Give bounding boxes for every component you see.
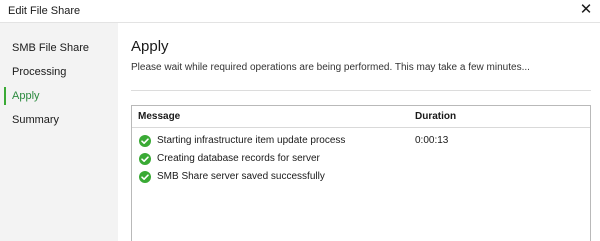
row-duration: 0:00:13	[415, 135, 449, 146]
divider	[131, 90, 591, 91]
row-message: Starting infrastructure item update proc…	[157, 135, 346, 146]
sidebar-item-label: Processing	[12, 66, 67, 78]
main-content: Apply Please wait while required operati…	[118, 23, 600, 241]
success-check-icon	[139, 153, 151, 165]
sidebar-item-processing[interactable]: Processing	[0, 62, 118, 82]
page-title: Apply	[131, 38, 169, 55]
table-header: Message Duration	[132, 106, 590, 128]
title-bar: Edit File Share ✕	[0, 0, 600, 23]
row-message: SMB Share server saved successfully	[157, 171, 325, 182]
table-row[interactable]: Starting infrastructure item update proc…	[132, 133, 590, 151]
column-header-duration[interactable]: Duration	[415, 111, 456, 122]
row-message: Creating database records for server	[157, 153, 320, 164]
operations-table[interactable]: Message Duration Starting infrastructure…	[131, 105, 591, 241]
wizard-sidebar: SMB File Share Processing Apply Summary	[0, 23, 118, 241]
sidebar-item-apply[interactable]: Apply	[0, 86, 118, 106]
column-header-message[interactable]: Message	[138, 111, 180, 122]
sidebar-item-label: SMB File Share	[12, 42, 90, 54]
sidebar-item-smb-file-share[interactable]: SMB File Share	[0, 38, 118, 58]
table-row[interactable]: Creating database records for server	[132, 151, 590, 169]
sidebar-item-label: Apply	[12, 90, 40, 102]
close-icon[interactable]: ✕	[578, 1, 594, 19]
success-check-icon	[139, 135, 151, 147]
success-check-icon	[139, 171, 151, 183]
table-row[interactable]: SMB Share server saved successfully	[132, 169, 590, 187]
active-step-indicator	[4, 87, 6, 105]
sidebar-item-label: Summary	[12, 114, 60, 126]
window-title: Edit File Share	[8, 5, 81, 17]
page-description: Please wait while required operations ar…	[131, 62, 530, 73]
sidebar-item-summary[interactable]: Summary	[0, 110, 118, 130]
